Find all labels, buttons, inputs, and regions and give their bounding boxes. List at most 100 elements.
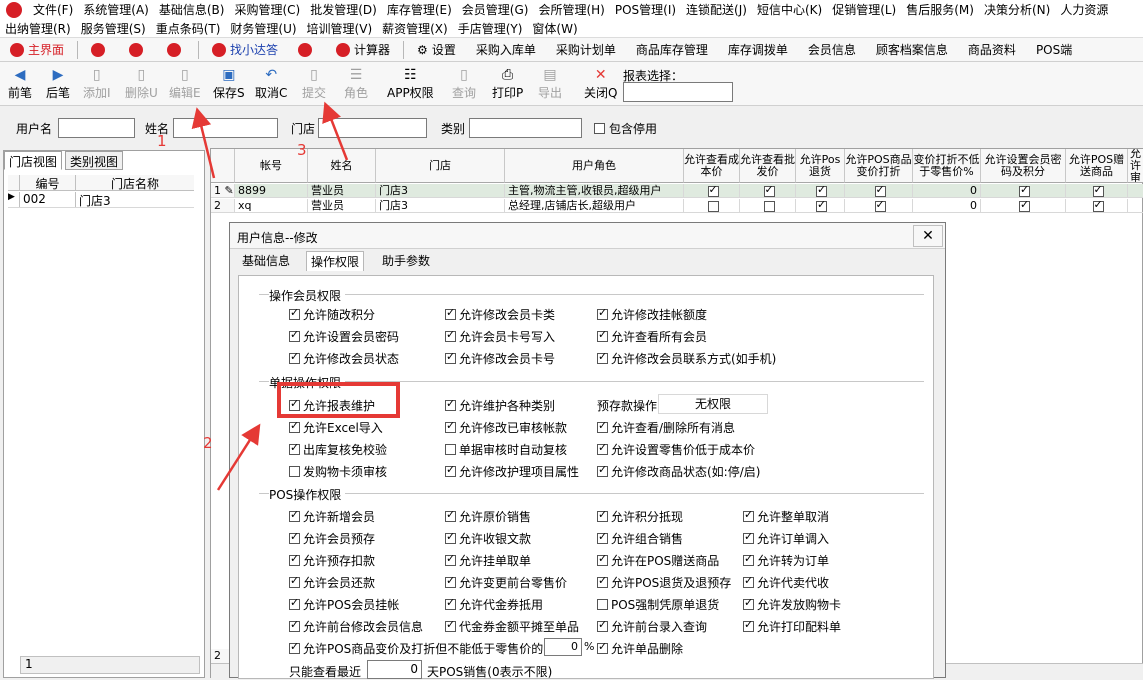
cell-roles[interactable]: 总经理,店铺店长,超级用户 — [505, 199, 684, 213]
tab-basic-info[interactable]: 基础信息 — [238, 251, 294, 271]
menu-item[interactable]: POS管理(I) — [610, 1, 681, 18]
tip-button[interactable] — [157, 39, 195, 61]
permission-checkbox[interactable]: 允许打印配料单 — [743, 618, 841, 635]
cell-pos-gift[interactable] — [1066, 184, 1128, 198]
permission-checkbox[interactable]: 允许维护各种类别 — [445, 397, 555, 414]
menu-item[interactable]: 手店管理(Y) — [453, 20, 528, 37]
menu-item[interactable]: 批发管理(D) — [305, 1, 382, 18]
menu-item[interactable]: 人力资源 — [1055, 1, 1113, 18]
purchase-plan-button[interactable]: 采购计划单 — [546, 39, 626, 61]
tab-category-view[interactable]: 类别视图 — [65, 151, 124, 170]
menu-item[interactable]: 出纳管理(R) — [0, 20, 76, 37]
permission-checkbox[interactable]: 允许Excel导入 — [289, 419, 383, 436]
permission-checkbox[interactable]: 允许挂单取单 — [445, 552, 531, 569]
name-input[interactable] — [173, 118, 278, 138]
permission-checkbox[interactable]: 允许代金券抵用 — [445, 596, 543, 613]
permission-checkbox[interactable]: 允许原价销售 — [445, 508, 531, 525]
customer-files-button[interactable]: 顾客档案信息 — [866, 39, 958, 61]
permission-checkbox[interactable]: 允许新增会员 — [289, 508, 375, 525]
add-button[interactable]: ▯ 添加I — [83, 66, 111, 104]
find-button[interactable]: 找小达答 — [202, 39, 288, 61]
menu-item[interactable]: 售后服务(M) — [901, 1, 979, 18]
permission-checkbox[interactable]: 允许修改会员联系方式(如手机) — [597, 350, 776, 367]
menu-item[interactable]: 采购管理(C) — [229, 1, 305, 18]
permission-checkbox[interactable]: 代金券金额平摊至单品 — [445, 618, 579, 635]
permission-checkbox[interactable]: 允许修改会员卡号 — [445, 350, 555, 367]
permission-checkbox[interactable]: 允许订单调入 — [743, 530, 829, 547]
app-permission-button[interactable]: ☷ APP权限 — [387, 66, 434, 104]
tab-operation-permissions[interactable]: 操作权限 — [306, 251, 365, 271]
purchase-in-button[interactable]: 采购入库单 — [466, 39, 546, 61]
permission-checkbox[interactable]: 允许修改会员状态 — [289, 350, 399, 367]
menu-item[interactable]: 服务管理(S) — [76, 20, 151, 37]
permission-checkbox[interactable]: 允许设置会员密码 — [289, 328, 399, 345]
permission-checkbox[interactable]: 允许收银文款 — [445, 530, 531, 547]
permission-checkbox[interactable]: 出库复核免校验 — [289, 441, 387, 458]
cancel-button[interactable]: ↶ 取消C — [255, 66, 287, 104]
menu-item[interactable]: 窗体(W) — [527, 20, 582, 37]
menu-item[interactable]: 连锁配送(J) — [681, 1, 752, 18]
cell-min-pct[interactable]: 0 — [913, 199, 981, 213]
settings-button[interactable]: ⚙ 设置 — [407, 39, 466, 61]
table-row[interactable]: ▶ 002 门店3 — [8, 192, 194, 208]
permission-checkbox[interactable]: POS强制凭原单退货 — [597, 596, 719, 613]
calculator-button[interactable]: 计算器 — [326, 39, 400, 61]
permission-checkbox[interactable]: 允许会员卡号写入 — [445, 328, 555, 345]
store-input[interactable] — [318, 118, 427, 138]
query-button[interactable]: ▯ 查询 — [452, 66, 476, 104]
permission-checkbox[interactable]: 允许变更前台零售价 — [445, 574, 567, 591]
main-screen-button[interactable]: 主界面 — [0, 39, 74, 61]
product-data-button[interactable]: 商品资料 — [958, 39, 1026, 61]
menu-item[interactable]: 基础信息(B) — [154, 1, 230, 18]
permission-checkbox[interactable]: 允许修改商品状态(如:停/启) — [597, 463, 760, 480]
stock-transfer-button[interactable]: 库存调拨单 — [718, 39, 798, 61]
report-select-input[interactable] — [623, 82, 733, 102]
category-input[interactable] — [469, 118, 582, 138]
cell-pos-return[interactable] — [796, 199, 845, 213]
menu-item[interactable]: 会员管理(G) — [457, 1, 534, 18]
permission-checkbox[interactable]: 允许随改积分 — [289, 306, 375, 323]
cell-roles[interactable]: 主管,物流主管,收银员,超级用户 — [505, 184, 684, 198]
menu-item[interactable]: 促销管理(L) — [827, 1, 901, 18]
permission-checkbox[interactable]: 允许查看所有会员 — [597, 328, 707, 345]
chat-button[interactable] — [119, 39, 157, 61]
cell-name[interactable]: 营业员 — [308, 199, 376, 213]
dialog-close-button[interactable]: ✕ — [913, 225, 943, 247]
permission-checkbox[interactable]: 允许修改护理项目属性 — [445, 463, 579, 480]
recent-days-input[interactable]: 0 — [367, 660, 422, 679]
menu-item[interactable]: 财务管理(U) — [225, 20, 301, 37]
cell-view-cost[interactable] — [684, 184, 740, 198]
permission-checkbox[interactable]: 允许POS会员挂帐 — [289, 596, 399, 613]
price-rule-checkbox[interactable]: 允许POS商品变价及打折但不能低于零售价的 — [289, 640, 543, 657]
next-button[interactable]: ▶ 后笔 — [46, 66, 70, 104]
save-button[interactable]: ▣ 保存S — [213, 66, 245, 104]
permission-checkbox[interactable]: 单据审核时自动复核 — [445, 441, 567, 458]
permission-checkbox[interactable]: 允许组合销售 — [597, 530, 683, 547]
permission-checkbox[interactable]: 允许会员预存 — [289, 530, 375, 547]
member-info-button[interactable]: 会员信息 — [798, 39, 866, 61]
menu-item[interactable]: 薪资管理(X) — [377, 20, 453, 37]
edit-button[interactable]: ▯ 编辑E — [169, 66, 201, 104]
permission-checkbox[interactable]: 允许设置零售价低于成本价 — [597, 441, 755, 458]
cell-account[interactable]: xq — [235, 199, 308, 213]
permission-checkbox[interactable]: 允许整单取消 — [743, 508, 829, 525]
menu-item[interactable]: 会所管理(H) — [533, 1, 609, 18]
menu-item[interactable]: 重点条码(T) — [151, 20, 226, 37]
permission-checkbox[interactable]: 允许发放购物卡 — [743, 596, 841, 613]
cell-pos-price[interactable] — [845, 184, 913, 198]
menu-item[interactable]: 培训管理(V) — [302, 20, 378, 37]
delete-button[interactable]: ▯ 删除U — [125, 66, 158, 104]
prepay-select[interactable]: 无权限 — [658, 394, 768, 414]
permission-checkbox[interactable]: 允许修改会员卡类 — [445, 306, 555, 323]
permission-checkbox[interactable]: 允许前台修改会员信息 — [289, 618, 423, 635]
export-button[interactable]: ▤ 导出 — [538, 66, 562, 104]
username-input[interactable] — [58, 118, 135, 138]
permission-checkbox[interactable]: 发购物卡须审核 — [289, 463, 387, 480]
stock-management-button[interactable]: 商品库存管理 — [626, 39, 718, 61]
permission-checkbox[interactable]: 允许前台录入查询 — [597, 618, 707, 635]
cell-pos-return[interactable] — [796, 184, 845, 198]
cell-store[interactable]: 门店3 — [376, 184, 505, 198]
cell-audit[interactable] — [1128, 184, 1143, 198]
tab-store-view[interactable]: 门店视图 — [4, 151, 63, 170]
cell-member-pwd[interactable] — [981, 184, 1066, 198]
